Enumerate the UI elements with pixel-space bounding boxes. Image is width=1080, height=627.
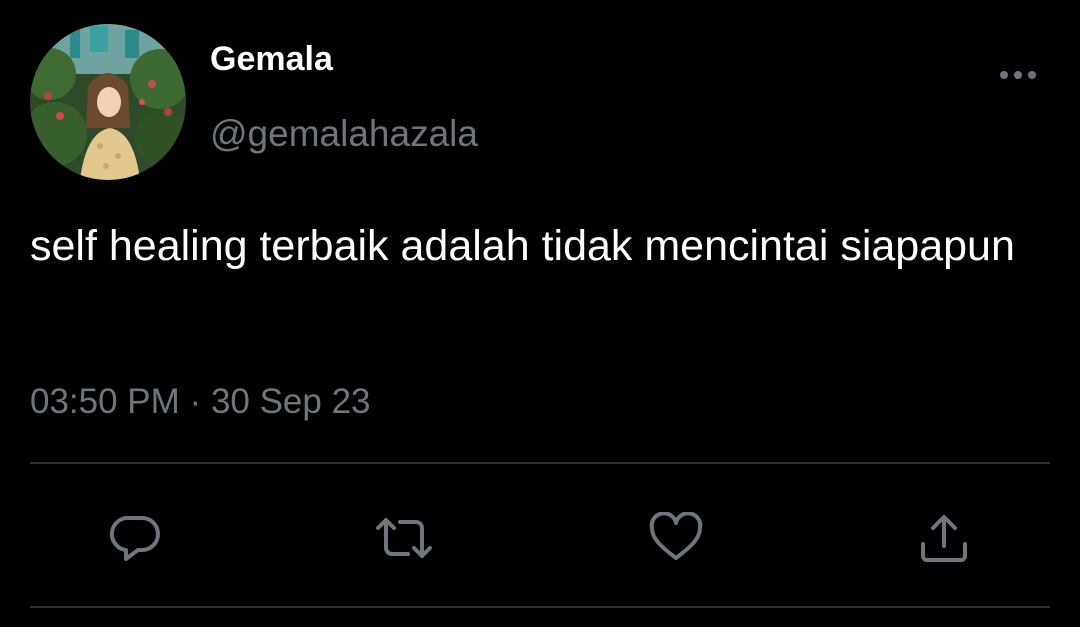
- tweet-timestamp[interactable]: 03:50 PM · 30 Sep 23: [30, 382, 371, 422]
- timestamp-separator: ·: [189, 382, 202, 421]
- more-horizontal-icon: [998, 70, 1038, 80]
- avatar-photo: [30, 24, 186, 180]
- tweet-text: self healing terbaik adalah tidak mencin…: [30, 222, 1015, 270]
- display-name[interactable]: Gemala: [210, 40, 333, 79]
- user-handle[interactable]: @gemalahazala: [210, 113, 478, 155]
- reply-button[interactable]: [106, 510, 166, 566]
- retweet-button[interactable]: [374, 510, 434, 566]
- retweet-icon: [374, 512, 434, 564]
- more-options-button[interactable]: [994, 58, 1042, 92]
- avatar[interactable]: [30, 24, 186, 180]
- tweet-date: 30 Sep 23: [210, 382, 371, 421]
- share-icon: [916, 512, 972, 564]
- tweet-time: 03:50 PM: [30, 382, 180, 421]
- share-button[interactable]: [914, 510, 974, 566]
- divider: [30, 462, 1050, 464]
- reply-icon: [108, 512, 164, 564]
- bottom-divider: [30, 606, 1050, 608]
- heart-icon: [648, 512, 704, 564]
- like-button[interactable]: [646, 510, 706, 566]
